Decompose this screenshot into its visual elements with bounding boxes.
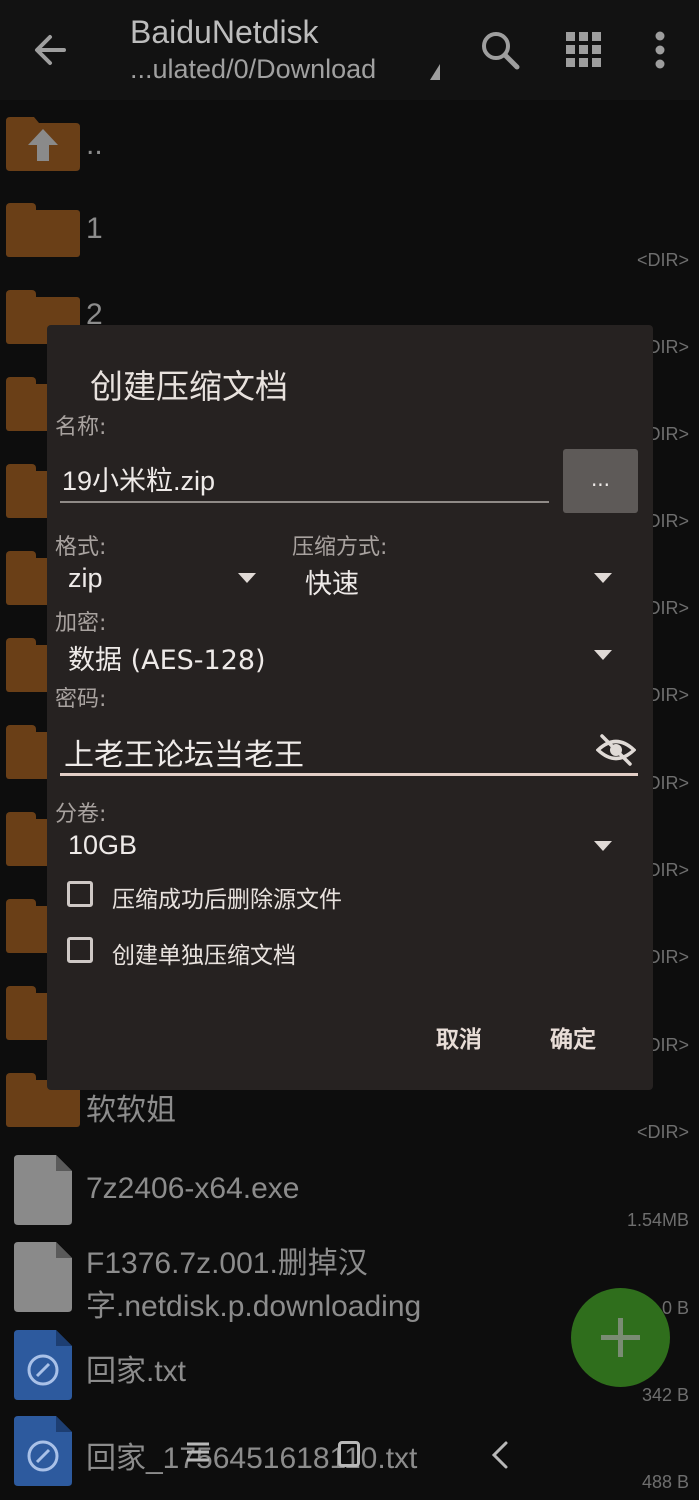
back-arrow-icon[interactable] (24, 28, 76, 72)
file-meta: 342 B (641, 1385, 689, 1405)
visibility-off-icon[interactable] (595, 733, 637, 767)
chevron-down-icon[interactable] (594, 650, 612, 660)
parent-folder-icon[interactable] (6, 117, 80, 171)
file-name-line2[interactable]: 字.netdisk.p.downloading (86, 1281, 421, 1325)
chevron-down-icon[interactable] (594, 573, 612, 583)
folder-meta: <DIR> (636, 250, 689, 270)
file-name[interactable]: 回家.txt (86, 1346, 186, 1390)
delete-source-checkbox[interactable] (67, 881, 93, 907)
file-meta: 0 B (661, 1298, 689, 1318)
ok-button[interactable]: 确定 (550, 1020, 596, 1054)
file-name[interactable]: 7z2406-x64.exe (86, 1172, 300, 1206)
method-select[interactable]: 快速 (305, 562, 359, 601)
folder-name[interactable]: 1 (86, 212, 103, 246)
cancel-button[interactable]: 取消 (436, 1020, 482, 1054)
folder-icon[interactable] (6, 203, 80, 257)
encrypt-select[interactable]: 数据 (AES-128) (68, 638, 266, 677)
separate-archive-label[interactable]: 创建单独压缩文档 (112, 936, 296, 970)
file-name-line1[interactable]: F1376.7z.001.删掉汉 (86, 1238, 368, 1282)
password-input[interactable]: 上老王论坛当老王 (64, 730, 304, 774)
file-meta: 488 B (641, 1472, 689, 1492)
archive-name-underline (60, 501, 549, 503)
nav-recents-icon[interactable] (186, 1440, 210, 1468)
browse-button[interactable]: ... (563, 449, 638, 513)
plus-icon-vertical (618, 1318, 623, 1357)
parent-dir-label[interactable]: .. (86, 128, 103, 162)
nav-home-icon[interactable] (338, 1441, 360, 1467)
file-icon[interactable] (14, 1155, 72, 1225)
password-underline (60, 773, 638, 776)
text-file-icon[interactable] (14, 1330, 72, 1400)
current-path[interactable]: ...ulated/0/Download (130, 54, 376, 85)
app-title: BaiduNetdisk (130, 14, 319, 50)
file-meta: 1.54MB (626, 1210, 689, 1230)
search-icon[interactable] (478, 28, 522, 72)
method-label: 压缩方式: (292, 535, 388, 560)
text-file-icon[interactable] (14, 1416, 72, 1486)
delete-source-label[interactable]: 压缩成功后删除源文件 (112, 880, 342, 914)
create-archive-dialog (47, 325, 653, 1090)
archive-name-input[interactable]: 19小米粒.zip (62, 459, 215, 498)
grid-view-icon[interactable] (564, 30, 604, 70)
path-dropdown-icon[interactable] (430, 64, 440, 80)
volume-select[interactable]: 10GB (68, 830, 137, 861)
more-vert-icon[interactable] (646, 28, 674, 72)
folder-name[interactable]: 软软姐 (86, 1085, 176, 1129)
chevron-down-icon[interactable] (594, 841, 612, 851)
volume-label: 分卷: (55, 802, 107, 827)
password-label: 密码: (55, 687, 107, 712)
folder-meta: <DIR> (636, 1122, 689, 1142)
chevron-down-icon[interactable] (238, 573, 256, 583)
nav-back-icon[interactable] (490, 1440, 510, 1474)
name-label: 名称: (55, 415, 107, 440)
dialog-title: 创建压缩文档 (90, 367, 288, 406)
file-icon[interactable] (14, 1242, 72, 1312)
format-label: 格式: (55, 535, 107, 560)
encrypt-label: 加密: (55, 611, 107, 636)
format-select[interactable]: zip (68, 563, 103, 594)
file-name[interactable]: 回家_1756451618110.txt (86, 1433, 417, 1477)
separate-archive-checkbox[interactable] (67, 937, 93, 963)
